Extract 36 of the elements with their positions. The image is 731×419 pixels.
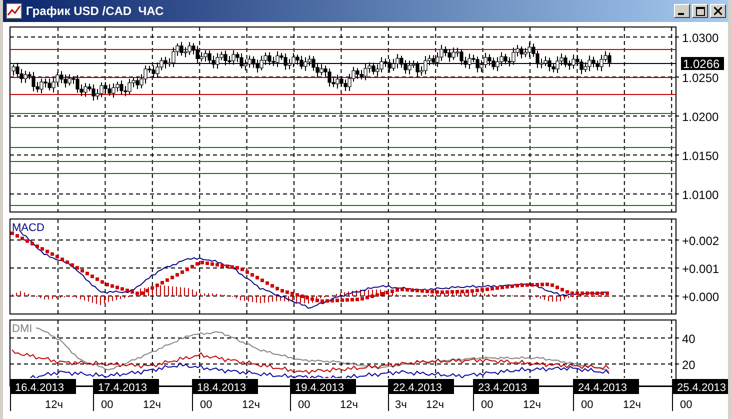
axis-label: 1.0200 <box>682 110 719 124</box>
time-label: 00 <box>101 399 114 411</box>
date-badge: 25.4.2013 <box>672 379 728 394</box>
axis-label: +0.001 <box>682 262 720 276</box>
time-label: 12ч <box>45 399 63 411</box>
axis-label: 1.0150 <box>682 149 719 163</box>
axis-label: 1.0300 <box>682 31 719 45</box>
time-label: 00 <box>581 399 594 411</box>
time-label: 12ч <box>143 399 161 411</box>
time-label: 00 <box>298 399 310 411</box>
date-badge: 19.4.2013 <box>290 379 356 394</box>
axis-label: 1.0250 <box>682 71 719 85</box>
axis-label: 1.0100 <box>682 188 719 202</box>
date-badge: 17.4.2013 <box>93 379 159 394</box>
indicator-label: DMI <box>12 323 32 335</box>
time-label: 12ч <box>242 399 260 411</box>
date-badge: 22.4.2013 <box>388 379 454 394</box>
current-price-badge: 1.0266 <box>681 57 724 71</box>
date-badge: 23.4.2013 <box>473 379 539 394</box>
time-label: 12ч <box>426 399 444 411</box>
axis-label: +0.000 <box>682 290 720 304</box>
indicator-label: MACD <box>12 222 44 234</box>
date-badge: 18.4.2013 <box>192 379 258 394</box>
time-label: 00 <box>200 399 212 411</box>
date-badge: 24.4.2013 <box>573 379 639 394</box>
window-title: График USD /CAD ЧАС <box>26 4 165 18</box>
time-label: 00 <box>481 399 494 411</box>
time-label: 12ч <box>523 399 541 411</box>
axis-label: 20 <box>682 358 696 372</box>
axis-label: +0.002 <box>682 234 720 248</box>
axis-label: 40 <box>682 332 696 346</box>
time-label: 3ч <box>395 399 407 411</box>
time-label: 12ч <box>340 399 358 411</box>
time-label: 12ч <box>623 399 641 411</box>
time-label: 00 <box>680 399 692 411</box>
date-badge: 16.4.2013 <box>10 379 76 394</box>
